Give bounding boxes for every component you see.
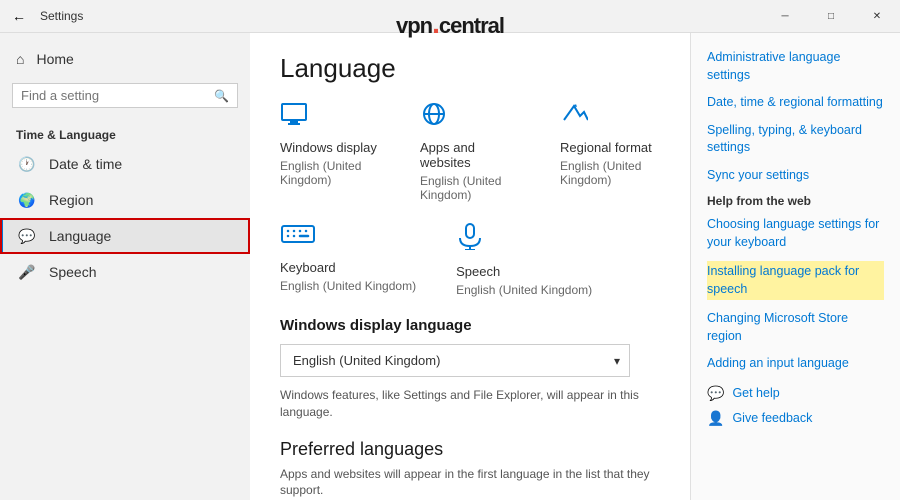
regional-format-sublabel: English (United Kingdom) [560, 159, 660, 187]
sidebar-item-region[interactable]: 🌍 Region [0, 182, 250, 218]
give-feedback-icon: 👤 [707, 410, 724, 427]
date-time-regional-link[interactable]: Date, time & regional formatting [707, 94, 884, 112]
speech-item[interactable]: Speech English (United Kingdom) [456, 222, 592, 297]
language-icon: 💬 [19, 228, 35, 244]
sync-settings-link[interactable]: Sync your settings [707, 167, 884, 185]
speech-sublabel: English (United Kingdom) [456, 283, 592, 297]
speech-icon-content [456, 222, 484, 256]
spelling-typing-link[interactable]: Spelling, typing, & keyboard settings [707, 122, 884, 157]
windows-display-label: Windows display [280, 140, 377, 155]
sidebar-item-date-time[interactable]: 🕐 Date & time [0, 146, 250, 182]
home-label: Home [36, 51, 73, 67]
sidebar-item-home[interactable]: ⌂ Home [0, 41, 250, 77]
display-lang-heading: Windows display language [280, 317, 660, 334]
apps-websites-label: Apps and websites [420, 140, 520, 170]
date-time-icon: 🕐 [19, 156, 35, 172]
keyboard-sublabel: English (United Kingdom) [280, 279, 416, 293]
get-help-link[interactable]: 💬 Get help [707, 385, 884, 402]
give-feedback-link[interactable]: 👤 Give feedback [707, 410, 884, 427]
keyboard-icon [280, 222, 316, 252]
region-label: Region [49, 192, 93, 208]
get-help-label: Get help [732, 386, 779, 400]
help-section-label: Help from the web [707, 194, 884, 208]
windows-display-item[interactable]: Windows display English (United Kingdom) [280, 102, 380, 202]
search-input[interactable] [21, 88, 208, 103]
get-help-icon: 💬 [707, 385, 724, 402]
changing-ms-link[interactable]: Changing Microsoft Store region [707, 310, 884, 345]
keyboard-label: Keyboard [280, 260, 336, 275]
installing-lang-link[interactable]: Installing language pack for speech [707, 261, 884, 300]
bottom-links: 💬 Get help 👤 Give feedback [707, 385, 884, 427]
preferred-heading: Preferred languages [280, 439, 660, 460]
give-feedback-label: Give feedback [732, 411, 812, 425]
content-area: Language Windows display English (United… [250, 33, 690, 500]
maximize-button[interactable]: □ [808, 0, 854, 32]
close-button[interactable]: ✕ [854, 0, 900, 32]
speech-icon: 🎤 [19, 264, 35, 280]
apps-websites-item[interactable]: Apps and websites English (United Kingdo… [420, 102, 520, 202]
sidebar-section-label: Time & Language [0, 120, 250, 146]
windows-display-sublabel: English (United Kingdom) [280, 159, 380, 187]
display-lang-dropdown[interactable]: English (United Kingdom) [280, 344, 630, 377]
display-lang-select[interactable]: English (United Kingdom) [280, 344, 630, 377]
titlebar-title: Settings [40, 9, 83, 23]
date-time-label: Date & time [49, 156, 122, 172]
choosing-lang-link[interactable]: Choosing language settings for your keyb… [707, 216, 884, 251]
titlebar: ← Settings ─ □ ✕ [0, 0, 900, 32]
main-window: ⌂ Home 🔍 Time & Language 🕐 Date & time 🌍… [0, 32, 900, 500]
lang-icons-row-1: Windows display English (United Kingdom)… [280, 102, 660, 202]
apps-websites-sublabel: English (United Kingdom) [420, 174, 520, 202]
page-title: Language [280, 53, 660, 84]
keyboard-item[interactable]: Keyboard English (United Kingdom) [280, 222, 416, 297]
home-icon: ⌂ [16, 51, 24, 67]
right-panel: Administrative language settings Date, t… [690, 33, 900, 500]
regional-format-label: Regional format [560, 140, 652, 155]
regional-format-item[interactable]: Regional format English (United Kingdom) [560, 102, 660, 202]
minimize-button[interactable]: ─ [762, 0, 808, 32]
adding-input-link[interactable]: Adding an input language [707, 355, 884, 373]
search-icon: 🔍 [214, 89, 229, 103]
speech-label: Speech [49, 264, 96, 280]
windows-display-icon [280, 102, 308, 132]
sidebar: ⌂ Home 🔍 Time & Language 🕐 Date & time 🌍… [0, 33, 250, 500]
back-button[interactable]: ← [12, 8, 26, 24]
sidebar-item-language[interactable]: 💬 Language [0, 218, 250, 254]
admin-lang-link[interactable]: Administrative language settings [707, 49, 884, 84]
preferred-desc: Apps and websites will appear in the fir… [280, 466, 660, 500]
speech-label-content: Speech [456, 264, 500, 279]
language-label: Language [49, 228, 111, 244]
region-icon: 🌍 [19, 192, 35, 208]
sidebar-item-speech[interactable]: 🎤 Speech [0, 254, 250, 290]
titlebar-left: ← Settings [12, 8, 83, 24]
titlebar-controls: ─ □ ✕ [762, 0, 900, 32]
regional-format-icon [560, 102, 588, 132]
display-lang-desc: Windows features, like Settings and File… [280, 387, 660, 421]
search-box[interactable]: 🔍 [12, 83, 238, 108]
lang-icons-row-2: Keyboard English (United Kingdom) Speech… [280, 222, 660, 297]
apps-websites-icon [420, 102, 448, 132]
